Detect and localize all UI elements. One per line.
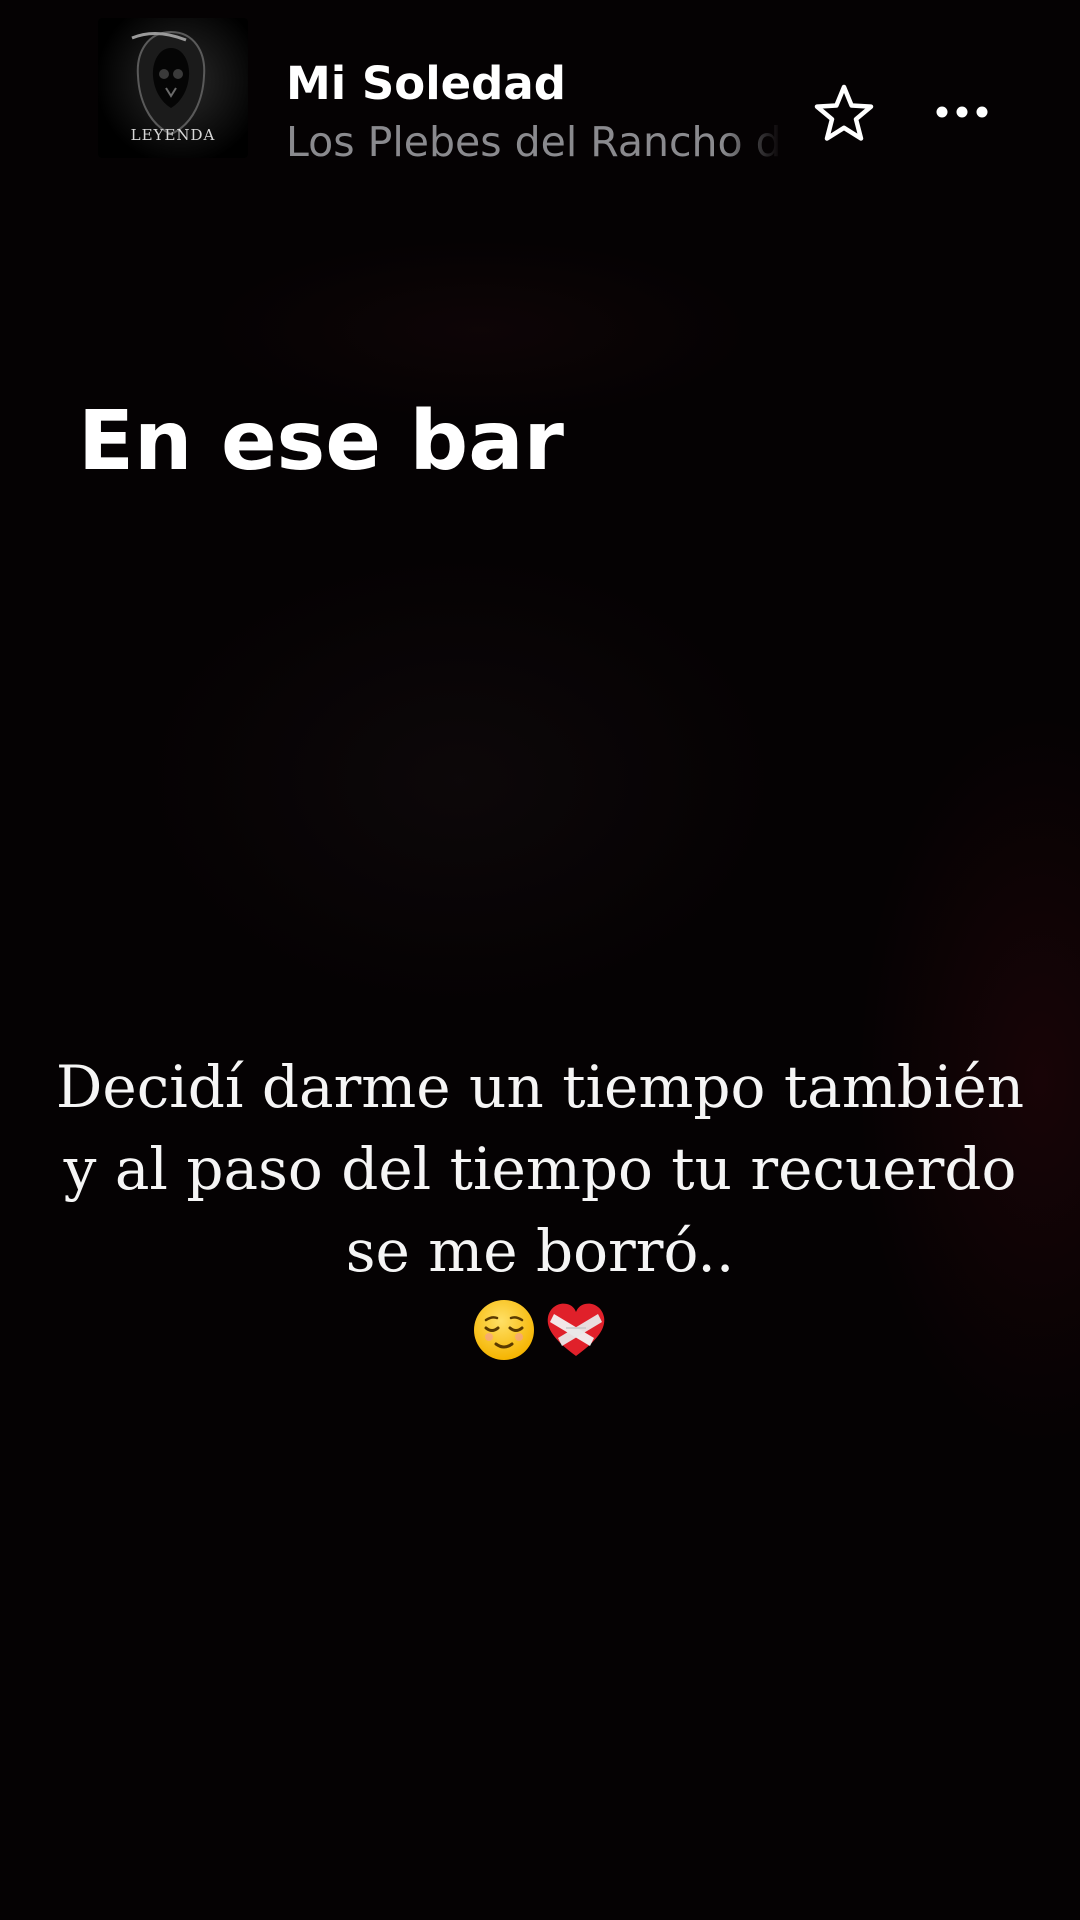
reaper-artwork (131, 30, 206, 136)
caption-line: y al paso del tiempo tu recuerdo (63, 1135, 1017, 1203)
album-art-text: LEYENDA (130, 126, 216, 144)
current-lyric-line: En ese bar (78, 394, 564, 489)
track-info[interactable]: Mi Soledad Los Plebes del Rancho de Arie… (286, 54, 782, 170)
story-caption: Decidí darme un tiempo también y al paso… (40, 1046, 1040, 1374)
artist-name: Los Plebes del Rancho de Ariel Camacho (286, 118, 782, 166)
caption-emoji-group (472, 1298, 608, 1362)
relieved-face-emoji (474, 1300, 534, 1360)
mending-heart-emoji (547, 1303, 605, 1356)
caption-line: se me borró.. (345, 1217, 735, 1285)
background (0, 0, 1080, 1920)
favorite-button[interactable] (812, 82, 876, 144)
now-playing-header: LEYENDA Mi Soledad Los Plebes del Rancho… (0, 0, 1080, 200)
star-icon (814, 84, 874, 141)
more-horizontal-icon (936, 106, 988, 118)
song-title: Mi Soledad (286, 57, 566, 110)
more-options-button[interactable] (930, 92, 994, 132)
album-art[interactable]: LEYENDA (98, 18, 248, 158)
caption-line: Decidí darme un tiempo también (55, 1053, 1025, 1121)
